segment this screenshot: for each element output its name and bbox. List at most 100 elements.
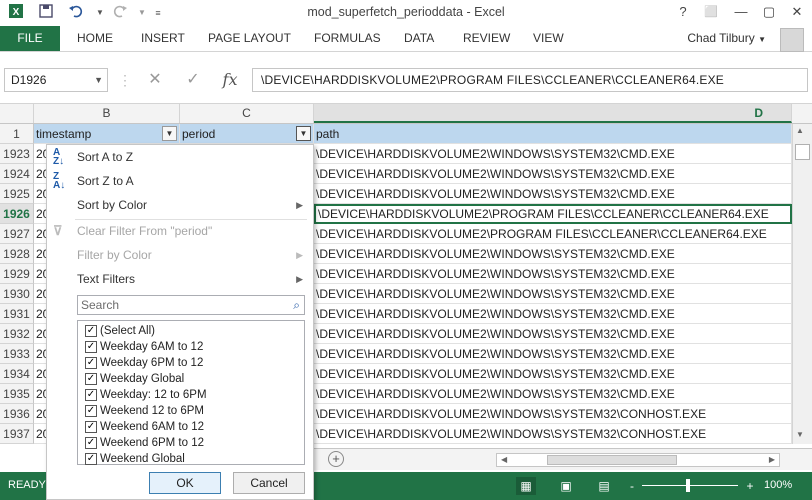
period-filter-dropdown-icon[interactable]: ▼: [296, 126, 311, 141]
sort-z-to-a-item[interactable]: Z A↓ Sort Z to A: [47, 169, 313, 193]
vertical-scrollbar[interactable]: ▲ ▼: [792, 124, 812, 444]
row-header[interactable]: 1923: [0, 144, 34, 164]
row-header[interactable]: 1924: [0, 164, 34, 184]
avatar[interactable]: [780, 28, 804, 52]
sort-by-color-item[interactable]: Sort by Color ▶: [47, 193, 313, 217]
header-cell-path[interactable]: path: [314, 124, 792, 144]
tab-data[interactable]: DATA: [404, 26, 434, 51]
checkbox-checked-icon[interactable]: ✓: [85, 341, 97, 353]
horizontal-scroll-thumb[interactable]: [547, 455, 677, 465]
scroll-left-icon[interactable]: ◀: [501, 454, 507, 466]
user-dropdown-icon[interactable]: ▼: [758, 35, 766, 44]
enter-entry-icon[interactable]: ✓: [180, 68, 206, 92]
tab-insert[interactable]: INSERT: [141, 26, 185, 51]
path-cell[interactable]: \DEVICE\HARDDISKVOLUME2\WINDOWS\SYSTEM32…: [314, 264, 792, 284]
minimize-button[interactable]: —: [728, 1, 754, 23]
path-cell[interactable]: \DEVICE\HARDDISKVOLUME2\WINDOWS\SYSTEM32…: [314, 184, 792, 204]
formula-input[interactable]: \DEVICE\HARDDISKVOLUME2\PROGRAM FILES\CC…: [252, 68, 808, 92]
row-header[interactable]: 1928: [0, 244, 34, 264]
name-box[interactable]: D1926 ▼: [4, 68, 108, 92]
scroll-up-icon[interactable]: ▲: [796, 126, 804, 135]
row-header[interactable]: 1929: [0, 264, 34, 284]
checkbox-checked-icon[interactable]: ✓: [85, 421, 97, 433]
filter-value-item[interactable]: ✓ Weekday 6PM to 12: [85, 355, 203, 371]
path-cell[interactable]: \DEVICE\HARDDISKVOLUME2\WINDOWS\SYSTEM32…: [314, 304, 792, 324]
column-header-c[interactable]: C: [180, 104, 314, 123]
path-cell[interactable]: \DEVICE\HARDDISKVOLUME2\WINDOWS\SYSTEM32…: [314, 284, 792, 304]
horizontal-scrollbar[interactable]: ◀ ▶: [496, 453, 780, 467]
sort-a-to-z-item[interactable]: A Z↓ Sort A to Z: [47, 145, 313, 169]
path-cell[interactable]: \DEVICE\HARDDISKVOLUME2\WINDOWS\SYSTEM32…: [314, 244, 792, 264]
path-cell[interactable]: \DEVICE\HARDDISKVOLUME2\WINDOWS\SYSTEM32…: [314, 144, 792, 164]
zoom-slider-thumb[interactable]: [686, 479, 690, 492]
filter-value-item[interactable]: ✓ Weekday: 12 to 6PM: [85, 387, 207, 403]
checkbox-checked-icon[interactable]: ✓: [85, 389, 97, 401]
path-cell[interactable]: \DEVICE\HARDDISKVOLUME2\WINDOWS\SYSTEM32…: [314, 384, 792, 404]
checkbox-checked-icon[interactable]: ✓: [85, 437, 97, 449]
insert-function-icon[interactable]: fx: [216, 68, 244, 92]
checkbox-checked-icon[interactable]: ✓: [85, 405, 97, 417]
filter-select-all-item[interactable]: ✓ (Select All): [85, 323, 155, 339]
new-sheet-icon[interactable]: +: [328, 451, 344, 467]
row-header-1[interactable]: 1: [0, 124, 34, 144]
cancel-button[interactable]: Cancel: [233, 472, 305, 494]
page-layout-view-icon[interactable]: ▣: [556, 477, 576, 495]
tab-formulas[interactable]: FORMULAS: [314, 26, 381, 51]
row-header[interactable]: 1925: [0, 184, 34, 204]
path-cell[interactable]: \DEVICE\HARDDISKVOLUME2\PROGRAM FILES\CC…: [314, 204, 792, 224]
select-all-corner[interactable]: [0, 104, 34, 123]
path-cell[interactable]: \DEVICE\HARDDISKVOLUME2\WINDOWS\SYSTEM32…: [314, 364, 792, 384]
column-header-d[interactable]: D: [314, 104, 792, 123]
header-cell-timestamp[interactable]: timestamp ▼: [34, 124, 180, 144]
ribbon-display-options-button[interactable]: ⬜: [698, 1, 724, 23]
filter-value-item[interactable]: ✓ Weekend 6AM to 12: [85, 419, 204, 435]
checkbox-checked-icon[interactable]: ✓: [85, 325, 97, 337]
tab-home[interactable]: HOME: [77, 26, 113, 51]
filter-value-item[interactable]: ✓ Weekend 6PM to 12: [85, 435, 204, 451]
row-header[interactable]: 1933: [0, 344, 34, 364]
maximize-button[interactable]: ▢: [756, 1, 782, 23]
zoom-level[interactable]: 100%: [764, 479, 792, 491]
checkbox-checked-icon[interactable]: ✓: [85, 373, 97, 385]
ok-button[interactable]: OK: [149, 472, 221, 494]
user-name[interactable]: Chad Tilbury ▼: [687, 26, 766, 52]
row-header[interactable]: 1931: [0, 304, 34, 324]
zoom-out-button[interactable]: -: [622, 477, 642, 495]
column-header-b[interactable]: B: [34, 104, 180, 123]
checkbox-checked-icon[interactable]: ✓: [85, 453, 97, 465]
name-box-dropdown-icon[interactable]: ▼: [94, 69, 103, 91]
tab-view[interactable]: VIEW: [533, 26, 564, 51]
scroll-right-icon[interactable]: ▶: [769, 454, 775, 466]
normal-view-icon[interactable]: ▦: [516, 477, 536, 495]
help-button[interactable]: ?: [670, 1, 696, 23]
text-filters-item[interactable]: Text Filters ▶: [47, 267, 313, 291]
zoom-slider-track[interactable]: [642, 485, 738, 486]
filter-value-item[interactable]: ✓ Weekday Global: [85, 371, 184, 387]
row-header[interactable]: 1937: [0, 424, 34, 444]
zoom-in-button[interactable]: +: [740, 477, 760, 495]
path-cell[interactable]: \DEVICE\HARDDISKVOLUME2\WINDOWS\SYSTEM32…: [314, 344, 792, 364]
row-header[interactable]: 1935: [0, 384, 34, 404]
row-header[interactable]: 1932: [0, 324, 34, 344]
header-cell-period[interactable]: period ▼: [180, 124, 314, 144]
path-cell[interactable]: \DEVICE\HARDDISKVOLUME2\WINDOWS\SYSTEM32…: [314, 404, 792, 424]
row-header[interactable]: 1926: [0, 204, 34, 224]
timestamp-filter-dropdown-icon[interactable]: ▼: [162, 126, 177, 141]
cancel-entry-icon[interactable]: ✕: [142, 68, 168, 92]
tab-file[interactable]: FILE: [0, 26, 60, 51]
filter-value-item[interactable]: ✓ Weekend 12 to 6PM: [85, 403, 204, 419]
row-header[interactable]: 1934: [0, 364, 34, 384]
scroll-down-icon[interactable]: ▼: [796, 430, 804, 439]
path-cell[interactable]: \DEVICE\HARDDISKVOLUME2\WINDOWS\SYSTEM32…: [314, 164, 792, 184]
path-cell[interactable]: \DEVICE\HARDDISKVOLUME2\WINDOWS\SYSTEM32…: [314, 424, 792, 444]
filter-value-item[interactable]: ✓ Weekday 6AM to 12: [85, 339, 203, 355]
path-cell[interactable]: \DEVICE\HARDDISKVOLUME2\WINDOWS\SYSTEM32…: [314, 324, 792, 344]
close-button[interactable]: ✕: [784, 1, 810, 23]
vertical-scroll-thumb[interactable]: [795, 144, 810, 160]
filter-search-input[interactable]: Search ⌕: [77, 295, 305, 315]
tab-page-layout[interactable]: PAGE LAYOUT: [208, 26, 291, 51]
filter-value-item[interactable]: ✓ Weekend Global: [85, 451, 185, 467]
path-cell[interactable]: \DEVICE\HARDDISKVOLUME2\PROGRAM FILES\CC…: [314, 224, 792, 244]
page-break-view-icon[interactable]: ▤: [594, 477, 614, 495]
row-header[interactable]: 1927: [0, 224, 34, 244]
